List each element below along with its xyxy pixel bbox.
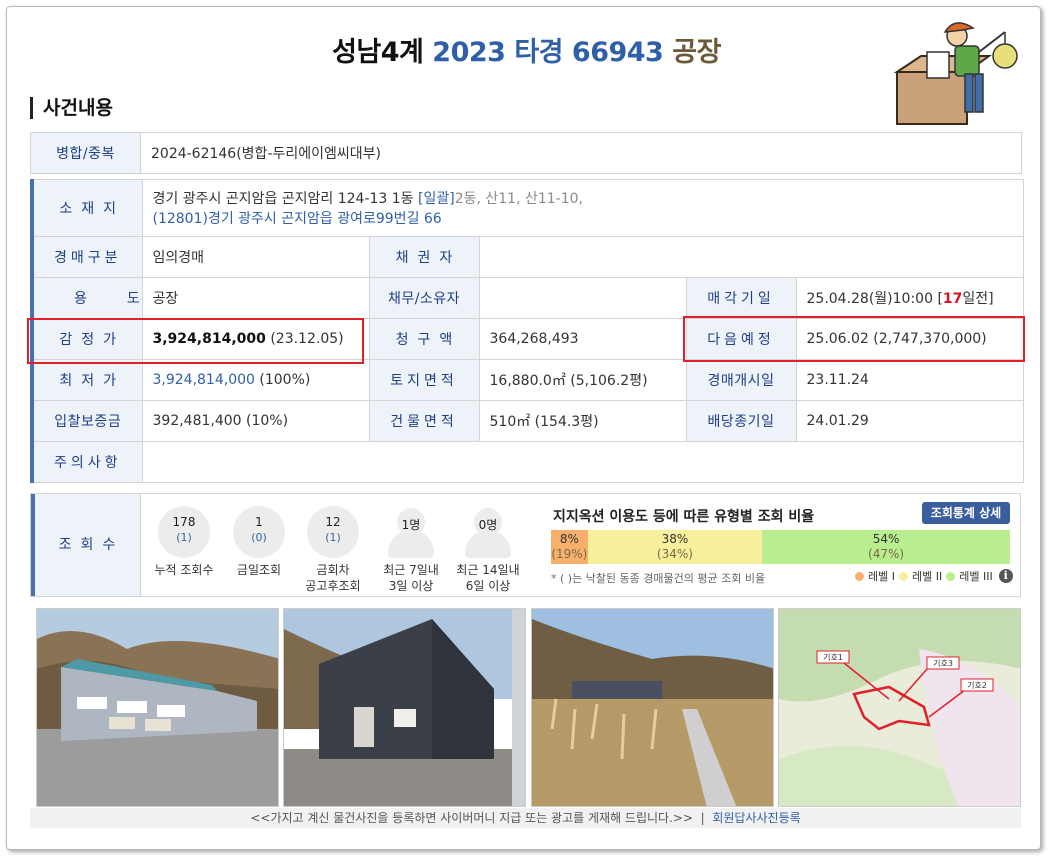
stat-14days: 0명 최근 14일내 6일 이상: [448, 506, 528, 594]
merge-value: 2024-62146(병합-두리에이엠씨대부): [140, 132, 1022, 174]
ratio-segment-2: 38% (34%): [587, 530, 763, 564]
court-name: 성남4계: [332, 37, 424, 68]
merge-table: 병합/중복 2024-62146(병합-두리에이엠씨대부): [30, 132, 1022, 174]
stat-total: 178 (1) 누적 조회수: [144, 506, 224, 578]
notes-label: 주의사항: [30, 441, 143, 483]
ratio-bar: 8% (19%) 38% (34%) 54% (47%): [551, 530, 1010, 564]
location-label: 소재지: [30, 179, 143, 237]
bundle-tag: [일괄]: [418, 191, 455, 207]
ratio-title: 지지옥션 이용도 등에 따른 유형별 조회 비율: [553, 509, 815, 525]
minimum-price-amount: 3,924,814,000: [152, 372, 255, 388]
legend-dot: [898, 571, 908, 581]
location-address: 경기 광주시 곤지암읍 곤지암리 124-13 1동: [152, 191, 419, 207]
start-date-value: 23.11.24: [795, 359, 1024, 401]
ratio-segment-1: 8% (19%): [551, 530, 588, 564]
appraisal-highlight: [27, 318, 364, 364]
property-photo-1[interactable]: [36, 608, 279, 807]
legend-label: 레벨 II: [911, 570, 943, 583]
view-count-label: 조회수: [31, 494, 141, 596]
road-address: (12801)경기 광주시 곤지암읍 광여로99번길 66: [152, 211, 442, 227]
map-label-2: 기호2: [967, 681, 987, 690]
case-number: 2023 타경 66943: [432, 37, 664, 68]
section-title: 사건내용: [30, 97, 113, 119]
property-type: 공장: [672, 37, 721, 68]
deposit-value: 392,481,400 (10%): [141, 400, 370, 442]
info-icon[interactable]: i: [998, 569, 1013, 583]
usage-label: 용도: [30, 277, 143, 319]
photo-register-banner: <<가지고 계신 물건사진을 등록하면 사이버머니 지급 또는 광고를 게재해 …: [30, 808, 1021, 828]
stat-7days: 1명 최근 7일내 3일 이상: [371, 506, 451, 594]
person-icon: 0명: [462, 506, 514, 558]
stat-today: 1 (0) 금일조회: [219, 506, 299, 578]
view-stats-panel: 조회수 178 (1) 누적 조회수 1 (0) 금일조회 12 (1) 금회차 공고후…: [30, 493, 1021, 597]
debtor-value: [478, 277, 687, 319]
claim-label: 청구액: [368, 318, 480, 360]
stats-detail-button[interactable]: 조회통계 상세: [922, 502, 1010, 524]
deposit-label: 입찰보증금: [30, 400, 143, 442]
location-value: 경기 광주시 곤지암읍 곤지암리 124-13 1동 [일괄]2동, 산11, …: [141, 179, 1024, 237]
land-area-label: 토지면적: [368, 359, 480, 401]
land-area-value: 16,880.0㎡ (5,106.2평): [478, 359, 687, 401]
next-date-highlight: [683, 316, 1025, 362]
dividend-date-label: 배당종기일: [685, 400, 797, 442]
creditor-label: 채권자: [368, 236, 480, 278]
auction-mascot-icon: [893, 22, 1018, 125]
property-photo-3[interactable]: [531, 608, 774, 807]
ratio-legend: 레벨 I 레벨 II 레벨 III i: [855, 568, 1013, 584]
property-photo-2[interactable]: [283, 608, 526, 807]
photo-register-link[interactable]: 회원답사사진등록: [712, 811, 800, 825]
merge-label: 병합/중복: [30, 132, 141, 174]
legend-label: 레벨 I: [868, 570, 895, 583]
dividend-date-value: 24.01.29: [795, 400, 1024, 442]
building-area-value: 510㎡ (154.3평): [478, 400, 687, 442]
minimum-price-label: 최저가: [30, 359, 143, 401]
legend-dot: [855, 571, 864, 581]
stat-round: 12 (1) 금회차 공고후조회: [293, 506, 373, 594]
creditor-value: [478, 236, 1024, 278]
footer-text: <<가지고 계신 물건사진을 등록하면 사이버머니 지급 또는 광고를 게재해 …: [250, 811, 694, 825]
debtor-label: 채무/소유자: [368, 277, 480, 319]
auction-type-label: 경매구분: [30, 236, 143, 278]
building-area-label: 건물면적: [368, 400, 480, 442]
legend-label: 레벨 III: [959, 570, 993, 583]
person-icon: 1명: [385, 506, 437, 558]
sale-date-value: 25.04.28(월)10:00 [17일전]: [795, 277, 1024, 319]
ratio-segment-3: 54% (47%): [762, 530, 1010, 564]
usage-value: 공장: [141, 277, 370, 319]
notes-value: [141, 441, 1024, 483]
auction-type-value: 임의경매: [141, 236, 370, 278]
start-date-label: 경매개시일: [685, 359, 797, 401]
ratio-note: * ( )는 낙찰된 동종 경매물건의 평균 조회 비율: [551, 572, 766, 585]
bundle-items: 2동, 산11, 산11-10,: [454, 191, 583, 207]
minimum-price-value: 3,924,814,000 (100%): [141, 359, 370, 401]
property-map[interactable]: 기호1 기호3 기호2: [778, 608, 1021, 807]
claim-value: 364,268,493: [478, 318, 687, 360]
days-left: 17: [942, 291, 963, 307]
map-label-1: 기호1: [823, 653, 843, 662]
map-label-3: 기호3: [933, 659, 953, 668]
sale-date-label: 매각기일: [685, 277, 797, 319]
legend-dot: [946, 571, 956, 581]
